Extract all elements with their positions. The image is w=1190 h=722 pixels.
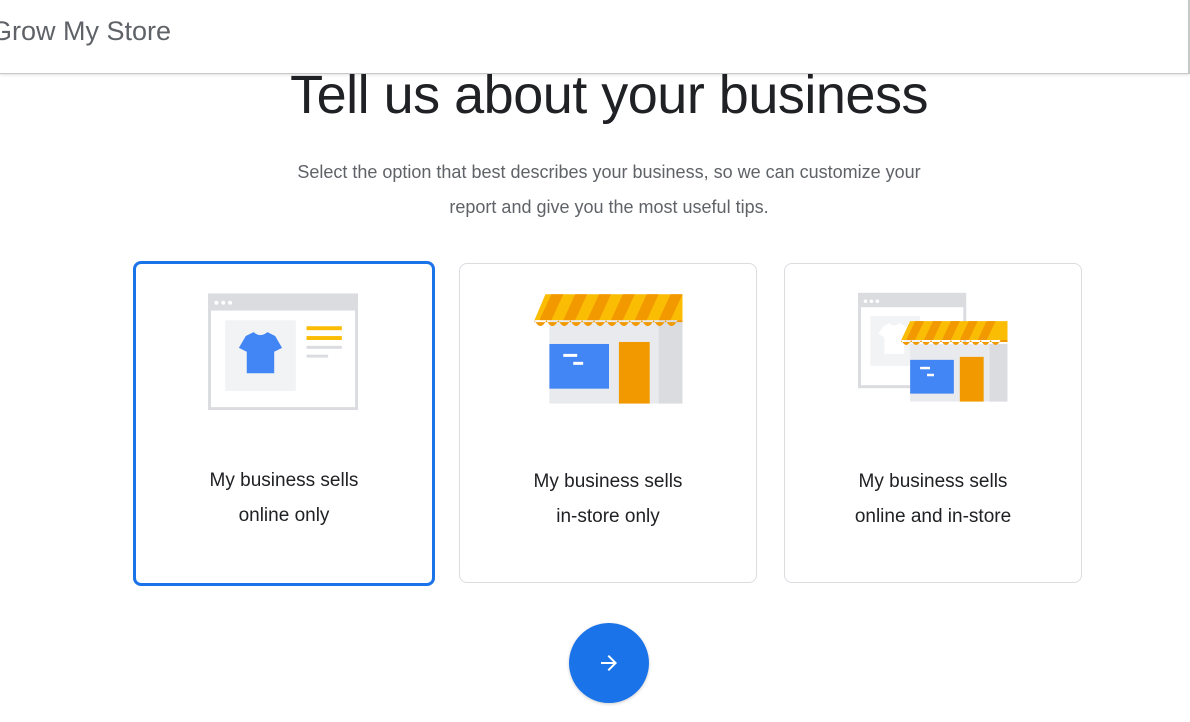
online-and-storefront-icon <box>858 292 1008 402</box>
page: Grow My Store Tell us about your busines… <box>0 0 1190 722</box>
top-bar: Grow My Store <box>0 0 1190 74</box>
next-button[interactable] <box>569 623 649 703</box>
option-label-line-1: My business sells <box>533 471 683 492</box>
option-card-in-store-only[interactable]: My business sells in-store only <box>459 263 757 583</box>
option-label-line-2: online and in-store <box>854 506 1012 527</box>
option-card-online-and-in-store[interactable]: My business sells online and in-store <box>784 263 1082 583</box>
option-label-line-1: My business sells <box>209 470 359 491</box>
online-store-icon <box>208 293 358 411</box>
storefront-icon <box>534 294 683 404</box>
option-label: My business sells online only <box>136 463 432 533</box>
option-label-line-2: online only <box>238 505 330 526</box>
subtitle-line-2: report and give you the most useful tips… <box>449 197 769 217</box>
app-title: Grow My Store <box>0 16 172 46</box>
subtitle-line-1: Select the option that best describes yo… <box>297 162 921 182</box>
option-label: My business sells in-store only <box>460 464 756 534</box>
option-label: My business sells online and in-store <box>785 464 1081 534</box>
page-subtitle: Select the option that best describes yo… <box>239 155 979 225</box>
option-label-line-1: My business sells <box>858 471 1008 492</box>
option-card-online-only[interactable]: My business sells online only <box>133 261 435 586</box>
arrow-right-icon <box>601 655 617 671</box>
option-label-line-2: in-store only <box>556 506 660 527</box>
